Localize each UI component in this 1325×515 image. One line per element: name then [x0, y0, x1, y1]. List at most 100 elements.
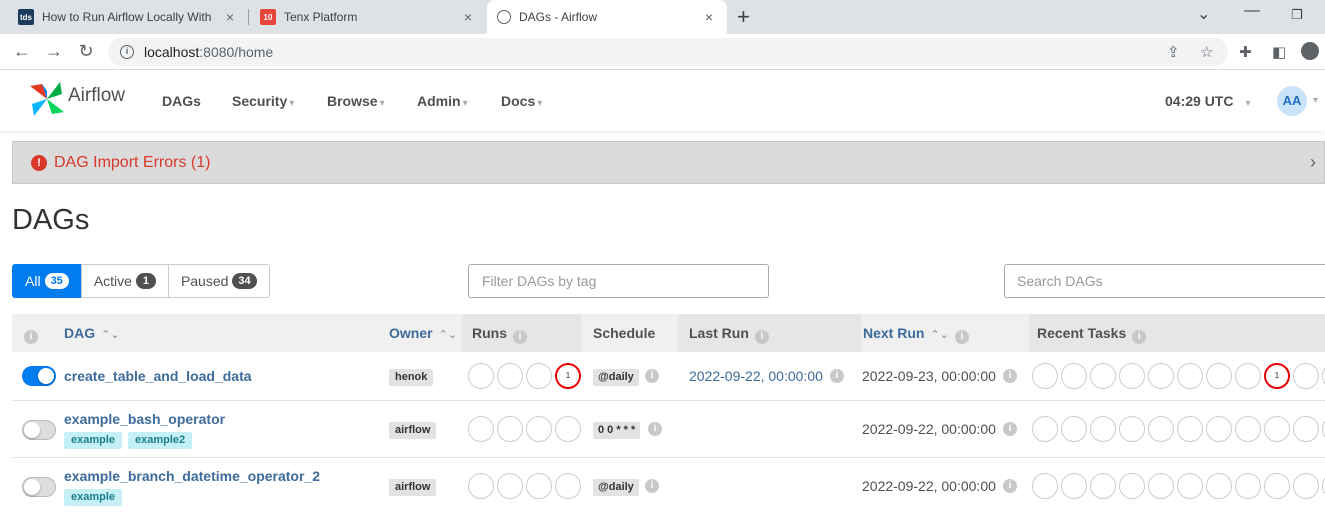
run-state-circle[interactable]	[555, 416, 581, 442]
column-next-run[interactable]: Next Run ⌃⌄ i	[863, 314, 969, 352]
task-state-circle[interactable]	[1206, 416, 1232, 442]
task-state-circle[interactable]	[1032, 416, 1058, 442]
run-state-circle[interactable]	[497, 416, 523, 442]
forward-arrow-icon[interactable]: →	[42, 39, 66, 63]
filter-active-button[interactable]: Active 1	[80, 264, 169, 298]
dag-link[interactable]: example_branch_datetime_operator_2	[64, 468, 320, 484]
info-icon[interactable]: i	[645, 369, 659, 383]
dag-pause-toggle[interactable]	[22, 420, 56, 440]
info-icon[interactable]: i	[830, 369, 844, 383]
close-tab-icon[interactable]: ×	[701, 9, 717, 25]
dag-pause-toggle[interactable]	[22, 477, 56, 497]
task-state-circle[interactable]	[1293, 473, 1319, 499]
run-state-circle[interactable]	[555, 473, 581, 499]
dag-tag[interactable]: example	[64, 489, 123, 506]
run-state-circle[interactable]	[526, 473, 552, 499]
task-state-circle[interactable]	[1206, 473, 1232, 499]
bookmark-star-icon[interactable]: ☆	[1200, 43, 1213, 61]
filter-paused-button[interactable]: Paused 34	[167, 264, 270, 298]
last-run-link[interactable]: 2022-09-22, 00:00:00	[689, 368, 823, 384]
browser-tab-airflow[interactable]: DAGs - Airflow ×	[487, 0, 727, 34]
task-state-circle[interactable]	[1177, 416, 1203, 442]
dag-import-errors-banner[interactable]: ! DAG Import Errors (1) ›	[12, 141, 1325, 184]
task-state-circle[interactable]	[1177, 363, 1203, 389]
task-state-circle[interactable]	[1177, 473, 1203, 499]
task-state-circle[interactable]	[1293, 416, 1319, 442]
task-state-circle[interactable]	[1090, 473, 1116, 499]
sort-icon[interactable]: ⌃⌄	[101, 329, 119, 341]
chevron-right-icon[interactable]: ›	[1310, 152, 1316, 173]
restore-window-icon[interactable]: ❐	[1291, 7, 1303, 23]
close-tab-icon[interactable]: ×	[222, 9, 238, 25]
new-tab-button[interactable]: +	[737, 4, 750, 30]
filter-all-button[interactable]: All 35	[12, 264, 82, 298]
task-state-circle[interactable]	[1032, 363, 1058, 389]
browser-tab-tenx[interactable]: 10 Tenx Platform ×	[250, 0, 486, 34]
tab-search-chevron-icon[interactable]: ⌄	[1197, 4, 1210, 24]
column-owner[interactable]: Owner ⌃⌄	[389, 314, 457, 352]
user-avatar[interactable]: AA	[1277, 86, 1307, 116]
run-state-circle[interactable]	[468, 363, 494, 389]
task-state-circle[interactable]	[1061, 416, 1087, 442]
run-state-circle[interactable]	[526, 363, 552, 389]
utc-clock[interactable]: 04:29 UTC ▾	[1165, 93, 1251, 109]
dag-tag[interactable]: example	[64, 432, 123, 449]
dag-link[interactable]: create_table_and_load_data	[64, 368, 252, 384]
task-state-circle[interactable]	[1148, 473, 1174, 499]
menu-docs[interactable]: Docs ▾	[501, 93, 542, 109]
dag-link[interactable]: example_bash_operator	[64, 411, 225, 427]
info-icon[interactable]: i	[513, 330, 527, 344]
run-state-circle[interactable]	[497, 363, 523, 389]
task-state-circle[interactable]	[1119, 363, 1145, 389]
task-state-circle[interactable]	[1235, 416, 1261, 442]
column-dag[interactable]: DAG ⌃⌄	[64, 314, 120, 352]
info-icon[interactable]: i	[954, 330, 969, 344]
airflow-logo[interactable]: Airflow	[28, 80, 125, 118]
caret-down-icon[interactable]: ▾	[1313, 95, 1318, 106]
info-icon[interactable]: i	[1132, 330, 1147, 344]
task-state-circle[interactable]	[1293, 363, 1319, 389]
info-icon[interactable]: i	[754, 330, 769, 344]
task-state-circle[interactable]	[1148, 416, 1174, 442]
task-state-circle[interactable]	[1090, 416, 1116, 442]
task-state-circle[interactable]	[1206, 363, 1232, 389]
task-state-circle[interactable]	[1061, 473, 1087, 499]
info-icon[interactable]: i	[1003, 422, 1017, 436]
side-panel-icon[interactable]: ◧	[1272, 43, 1286, 61]
task-state-circle[interactable]	[1235, 363, 1261, 389]
task-state-circle[interactable]	[1032, 473, 1058, 499]
site-info-icon[interactable]: i	[120, 45, 134, 59]
reload-icon[interactable]: ↻	[74, 39, 98, 63]
dag-tag[interactable]: example2	[128, 432, 193, 449]
info-icon[interactable]: i	[645, 479, 659, 493]
task-state-circle[interactable]	[1119, 416, 1145, 442]
menu-admin[interactable]: Admin ▾	[417, 93, 468, 109]
info-icon[interactable]: i	[1003, 479, 1017, 493]
back-arrow-icon[interactable]: ←	[10, 39, 34, 63]
owner-badge[interactable]: airflow	[389, 479, 437, 496]
run-state-circle[interactable]	[497, 473, 523, 499]
search-dags-input[interactable]: Search DAGs	[1004, 264, 1325, 298]
run-state-circle-failed[interactable]: 1	[555, 363, 581, 389]
task-state-circle-failed[interactable]: 1	[1264, 363, 1290, 389]
browser-tab-tds[interactable]: tds How to Run Airflow Locally With ×	[8, 0, 248, 34]
task-state-circle[interactable]	[1061, 363, 1087, 389]
close-tab-icon[interactable]: ×	[460, 9, 476, 25]
info-icon[interactable]: i	[648, 422, 662, 436]
profile-icon[interactable]	[1301, 42, 1319, 60]
menu-dags[interactable]: DAGs	[162, 93, 201, 109]
task-state-circle[interactable]	[1264, 473, 1290, 499]
sort-icon[interactable]: ⌃⌄	[439, 329, 457, 341]
task-state-circle[interactable]	[1148, 363, 1174, 389]
menu-browse[interactable]: Browse ▾	[327, 93, 385, 109]
sort-icon[interactable]: ⌃⌄	[930, 329, 948, 341]
task-state-circle[interactable]	[1264, 416, 1290, 442]
run-state-circle[interactable]	[468, 416, 494, 442]
info-icon[interactable]: i	[1003, 369, 1017, 383]
task-state-circle[interactable]	[1235, 473, 1261, 499]
run-state-circle[interactable]	[526, 416, 552, 442]
share-icon[interactable]: ⇪	[1167, 43, 1180, 61]
address-bar[interactable]: i localhost:8080/home	[108, 38, 1228, 66]
owner-badge[interactable]: airflow	[389, 422, 437, 439]
tag-filter-input[interactable]: Filter DAGs by tag	[468, 264, 769, 298]
